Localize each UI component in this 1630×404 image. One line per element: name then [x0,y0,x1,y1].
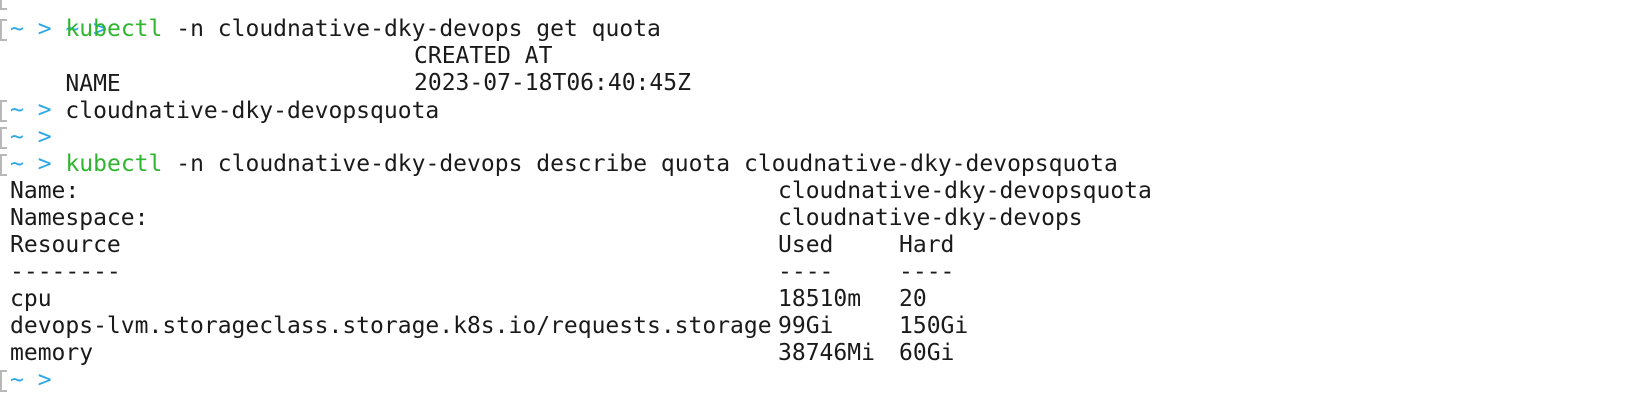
command-args: -n cloudnative-dky-devops describe quota… [176,151,1118,177]
prompt-bracket [0,100,7,122]
table-row-used: 99Gi [778,313,834,339]
prompt-arrow: > [37,367,52,393]
prompt-arrow: > [37,151,52,177]
output-header-row: NAME [10,42,120,97]
prompt-arrow: > [37,124,52,150]
command-line: ~ > kubectl -n cloudnative-dky-devops ge… [10,15,661,43]
table-separator-hard: ---- [899,259,955,285]
header-created-at: CREATED AT [414,43,553,69]
prompt-bracket [0,0,7,10]
prompt-line: ~ > [10,0,107,42]
table-row-resource: memory [10,340,94,366]
table-header-used: Used [778,232,834,258]
prompt-bracket [0,154,7,176]
table-row-hard: 150Gi [899,313,969,339]
table-header-hard: Hard [899,232,955,258]
table-row-hard: 20 [899,286,927,312]
table-separator-used: ---- [778,259,834,285]
prompt-bracket [0,127,7,149]
prompt-tilde: ~ [10,367,24,393]
prompt-arrow: > [37,97,52,123]
command-name: kubectl [65,16,163,42]
prompt-bracket [0,19,7,41]
describe-namespace-label: Namespace: [10,205,149,231]
table-row-resource: devops-lvm.storageclass.storage.k8s.io/r… [10,313,772,339]
describe-name-label: Name: [10,178,80,204]
quota-created: 2023-07-18T06:40:45Z [414,70,691,96]
table-separator-resource: -------- [10,259,121,285]
prompt-tilde: ~ [10,16,24,42]
command-line: ~ > kubectl -n cloudnative-dky-devops de… [10,150,1118,178]
prompt-line: ~ > [10,96,52,124]
output-row: cloudnative-dky-devopsquota [10,69,439,124]
prompt-bracket [0,370,7,392]
describe-namespace-value: cloudnative-dky-devops [778,205,1083,231]
table-row-used: 38746Mi [778,340,875,366]
command-args: -n cloudnative-dky-devops get quota [176,16,661,42]
prompt-tilde: ~ [10,124,24,150]
describe-name-value: cloudnative-dky-devopsquota [778,178,1152,204]
terminal-window[interactable]: ~ > ~ > kubectl -n cloudnative-dky-devop… [0,0,1630,404]
table-row-used: 18510m [778,286,862,312]
table-row-hard: 60Gi [899,340,955,366]
prompt-tilde: ~ [10,97,24,123]
table-header-resource: Resource [10,232,121,258]
quota-name: cloudnative-dky-devopsquota [65,98,440,124]
prompt-line-current[interactable]: ~ > [10,366,52,394]
prompt-arrow: > [37,16,52,42]
prompt-line: ~ > [10,123,52,151]
prompt-tilde: ~ [10,151,24,177]
command-name: kubectl [65,151,163,177]
table-row-resource: cpu [10,286,52,312]
